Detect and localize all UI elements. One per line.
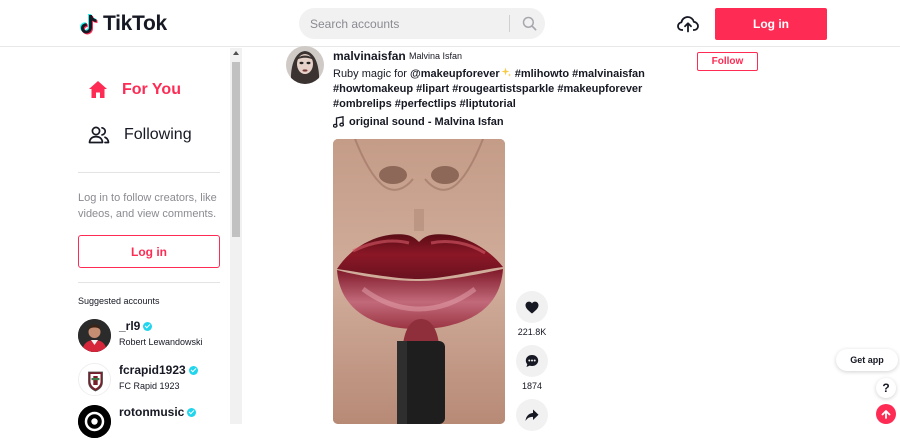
verified-badge-icon	[143, 321, 153, 331]
caption-hashtags[interactable]: #ombrelips #perfectlips #liptutorial	[333, 98, 516, 110]
sidebar-divider	[78, 282, 220, 283]
scroll-up-arrow-icon[interactable]	[233, 51, 239, 55]
follow-button[interactable]: Follow	[697, 52, 758, 71]
share-button[interactable]	[516, 399, 548, 431]
tiktok-note-icon	[80, 14, 98, 35]
post-nickname: Malvina Isfan	[409, 51, 463, 61]
suggested-account[interactable]: _rl9 Robert Lewandowski	[78, 319, 228, 353]
upload-button[interactable]	[676, 13, 700, 35]
post-username[interactable]: malvinaisfan	[333, 49, 406, 63]
verified-badge-icon	[187, 407, 197, 417]
login-button[interactable]: Log in	[715, 8, 827, 40]
home-icon	[89, 81, 107, 98]
suggested-accounts-title: Suggested accounts	[78, 296, 160, 306]
video-frame	[333, 139, 505, 424]
caption-hashtags[interactable]: #howtomakeup #lipart #rougeartistsparkle…	[333, 83, 642, 95]
avatar	[78, 319, 111, 352]
arrow-up-icon	[881, 410, 891, 419]
people-icon	[88, 126, 110, 144]
account-nickname: FC Rapid 1923	[119, 381, 180, 391]
help-button[interactable]: ?	[876, 378, 896, 398]
username-text: _rl9	[119, 319, 141, 333]
sparkle-icon	[501, 67, 511, 77]
username-text: rotonmusic	[119, 405, 185, 419]
tiktok-logo[interactable]: TikTok	[80, 12, 167, 36]
avatar	[78, 363, 111, 396]
share-icon	[525, 409, 539, 421]
account-username: _rl9	[119, 319, 153, 333]
sound-name: original sound - Malvina Isfan	[349, 116, 504, 128]
comment-icon	[525, 355, 539, 367]
username-text: fcrapid1923	[119, 363, 186, 377]
post-sound[interactable]: original sound - Malvina Isfan	[333, 116, 504, 128]
video-player[interactable]	[333, 139, 505, 424]
verified-badge-icon	[188, 365, 198, 375]
search-divider	[509, 15, 510, 32]
post-caption: Ruby magic for @makeupforever #mlihowto …	[333, 67, 663, 112]
suggested-account[interactable]: rotonmusic	[78, 405, 228, 439]
scrollbar-thumb[interactable]	[232, 62, 240, 237]
nav-label: Following	[124, 126, 192, 143]
like-count: 221.8K	[517, 327, 547, 337]
search-icon	[522, 16, 536, 31]
caption-hashtags[interactable]: #mlihowto #malvinaisfan	[512, 68, 645, 80]
login-prompt: Log in to follow creators, like videos, …	[78, 192, 217, 220]
nav-for-you[interactable]: For You	[88, 80, 181, 99]
comment-count: 1874	[521, 381, 543, 391]
nav-following[interactable]: Following	[88, 126, 192, 144]
avatar	[78, 405, 111, 438]
post-author-avatar[interactable]	[286, 46, 324, 84]
sidebar-divider	[78, 172, 220, 173]
sidebar-scrollbar[interactable]	[230, 48, 242, 424]
cloud-upload-icon	[677, 16, 699, 33]
search-input[interactable]	[310, 8, 500, 39]
caption-mention[interactable]: @makeupforever	[410, 68, 500, 80]
account-username: rotonmusic	[119, 405, 197, 419]
get-app-button[interactable]: Get app	[836, 349, 898, 371]
caption-text: Ruby magic for	[333, 68, 411, 80]
account-username: fcrapid1923	[119, 363, 198, 377]
search-bar	[299, 8, 545, 39]
top-bar: TikTok Log in	[0, 0, 900, 47]
music-note-icon	[333, 116, 344, 128]
like-button[interactable]	[516, 291, 548, 323]
comment-button[interactable]	[516, 345, 548, 377]
suggested-account[interactable]: fcrapid1923 FC Rapid 1923	[78, 363, 228, 397]
back-to-top-button[interactable]	[876, 404, 896, 424]
sidebar-login-button[interactable]: Log in	[78, 235, 220, 268]
heart-icon	[525, 301, 539, 313]
nav-label: For You	[122, 80, 181, 98]
search-button[interactable]	[513, 8, 545, 39]
logo-text: TikTok	[103, 12, 167, 35]
account-nickname: Robert Lewandowski	[119, 337, 203, 347]
